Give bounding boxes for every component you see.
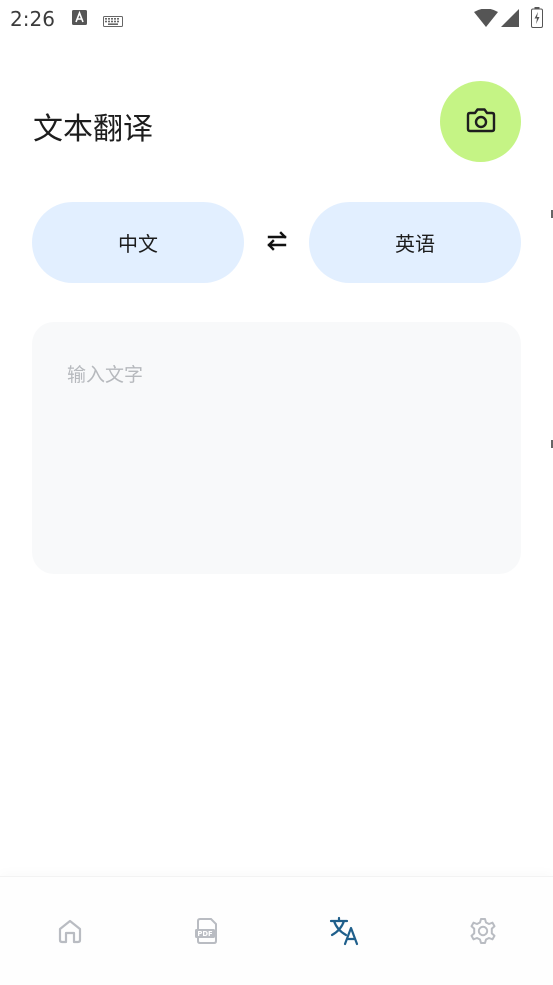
gear-icon: [469, 917, 497, 949]
text-input-container: [32, 322, 521, 574]
target-language-label: 英语: [395, 232, 435, 256]
source-language-label: 中文: [118, 232, 158, 256]
nav-translate[interactable]: [325, 913, 365, 953]
camera-icon: [466, 107, 496, 137]
cellular-signal-icon: [501, 9, 519, 31]
keyboard-icon: [103, 12, 123, 31]
translate-icon: [329, 916, 361, 950]
swap-languages-button[interactable]: [262, 228, 292, 258]
nav-home[interactable]: [50, 913, 90, 953]
status-time: 2:26: [10, 7, 55, 31]
nav-pdf[interactable]: PDF: [187, 913, 227, 953]
a-notification-icon: [72, 10, 87, 29]
camera-button[interactable]: [440, 81, 521, 162]
text-input[interactable]: [65, 358, 489, 552]
source-language-button[interactable]: 中文: [32, 202, 244, 283]
nav-settings[interactable]: [463, 913, 503, 953]
bottom-nav: PDF: [0, 876, 553, 985]
target-language-button[interactable]: 英语: [309, 202, 521, 283]
swap-arrows-icon: [266, 231, 288, 255]
wifi-icon: [474, 8, 498, 31]
pdf-icon: PDF: [194, 917, 220, 949]
status-bar: 2:26: [0, 0, 553, 38]
page-title: 文本翻译: [33, 112, 153, 147]
battery-icon: [531, 7, 543, 32]
home-icon: [57, 918, 83, 948]
svg-text:PDF: PDF: [197, 930, 213, 938]
